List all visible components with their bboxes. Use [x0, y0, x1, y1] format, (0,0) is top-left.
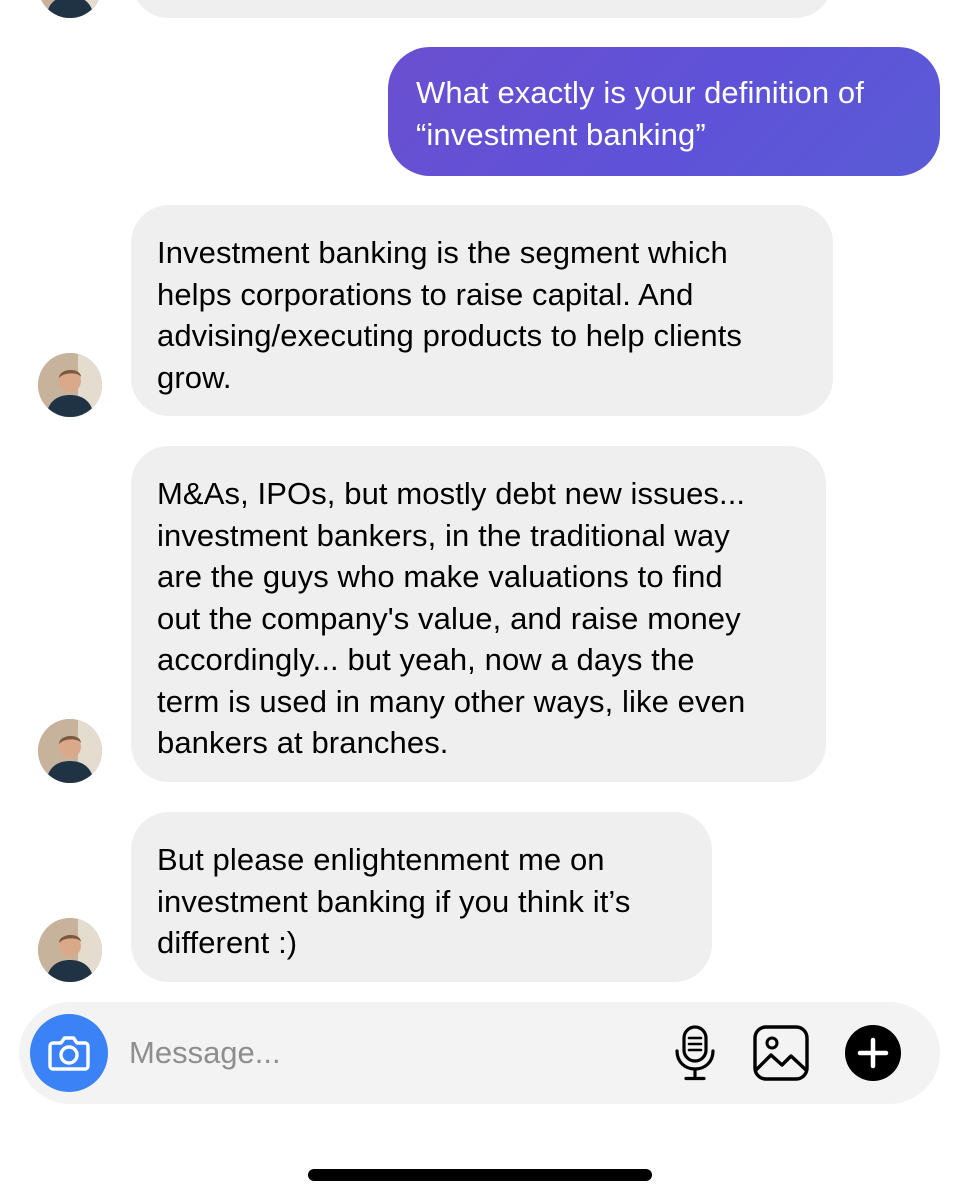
- image-icon: [753, 1025, 809, 1081]
- contact-avatar[interactable]: [38, 719, 102, 783]
- message-bubble-incoming[interactable]: M&As, IPOs, but mostly debt new issues..…: [131, 446, 826, 782]
- person-photo-icon: [38, 918, 102, 982]
- add-content-button[interactable]: [845, 1025, 901, 1081]
- chat-screen: What exactly is your definition of “inve…: [0, 0, 959, 1200]
- person-photo-icon: [38, 353, 102, 417]
- message-bubble-incoming-partial: [131, 0, 833, 18]
- message-composer: [19, 1002, 940, 1104]
- home-indicator[interactable]: [308, 1169, 652, 1181]
- message-bubble-incoming[interactable]: But please enlightenment me on investmen…: [131, 812, 712, 982]
- plus-icon: [845, 1025, 901, 1081]
- voice-message-button[interactable]: [669, 1022, 721, 1084]
- contact-avatar[interactable]: [38, 353, 102, 417]
- gallery-button[interactable]: [752, 1024, 810, 1082]
- camera-button[interactable]: [30, 1014, 108, 1092]
- person-photo-icon: [38, 0, 102, 18]
- message-input[interactable]: [129, 1026, 649, 1080]
- contact-avatar[interactable]: [38, 918, 102, 982]
- person-photo-icon: [38, 719, 102, 783]
- microphone-icon: [675, 1025, 715, 1081]
- message-bubble-incoming[interactable]: Investment banking is the segment which …: [131, 205, 833, 416]
- camera-icon: [48, 1036, 90, 1071]
- message-bubble-outgoing[interactable]: What exactly is your definition of “inve…: [388, 47, 940, 176]
- contact-avatar[interactable]: [38, 0, 102, 18]
